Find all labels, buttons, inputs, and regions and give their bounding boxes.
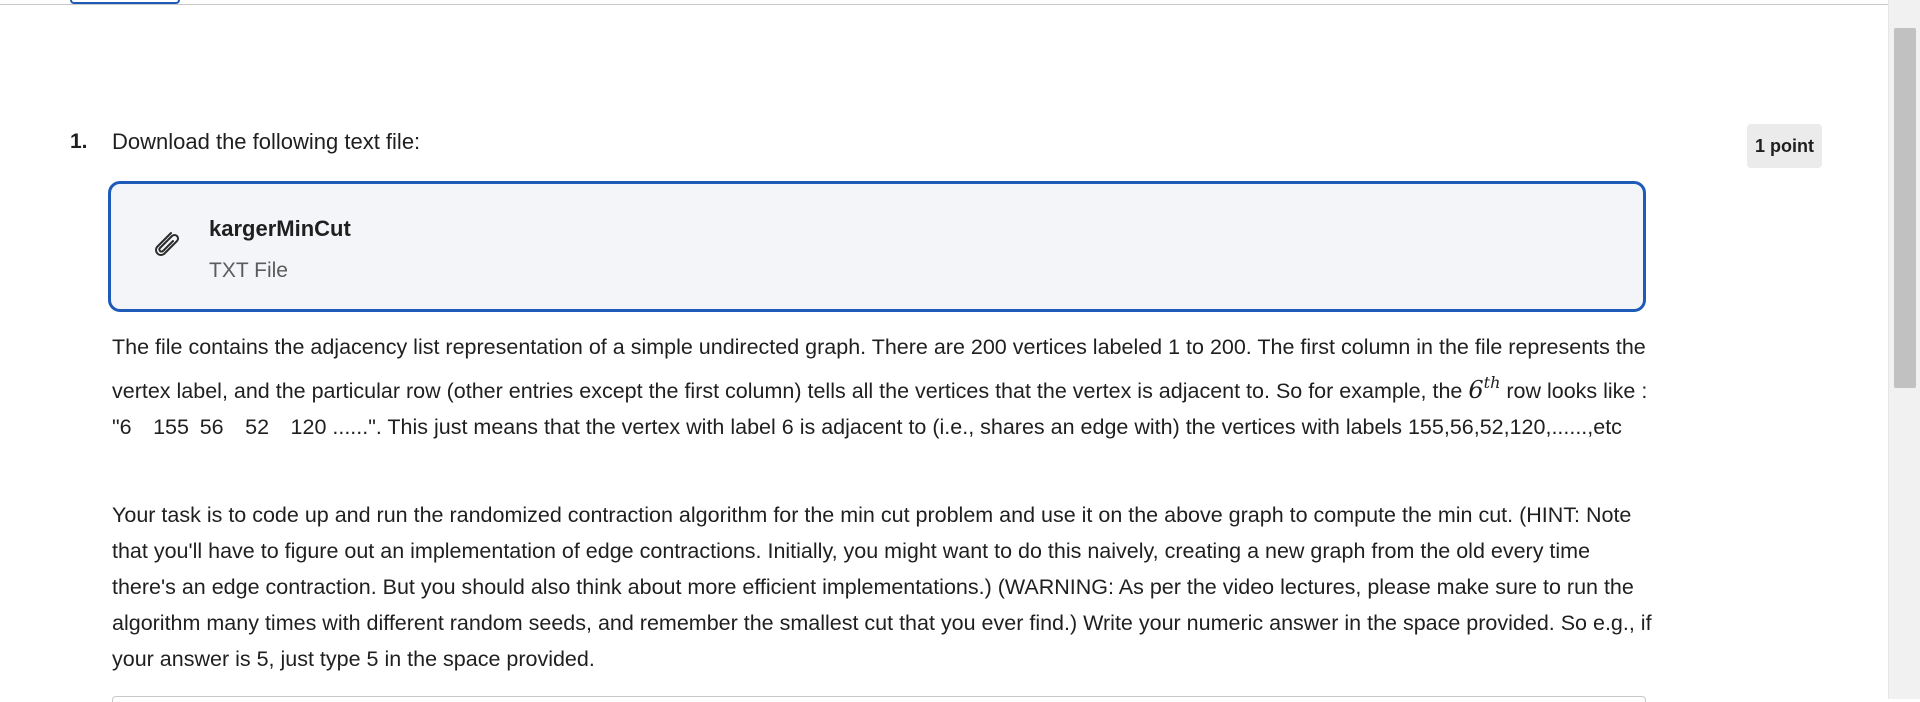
math-ordinal: 6th: [1468, 373, 1501, 404]
question-prompt: Download the following text file:: [112, 129, 421, 154]
math-ordinal-superscript: th: [1483, 373, 1501, 392]
question-number: 1.: [70, 130, 88, 153]
math-ordinal-base: 6: [1468, 376, 1484, 404]
scrollbar[interactable]: [1888, 0, 1920, 699]
file-attachment-card[interactable]: kargerMinCut TXT File: [108, 181, 1646, 312]
answer-input[interactable]: [112, 696, 1646, 702]
points-badge: 1 point: [1747, 124, 1822, 168]
scrollbar-thumb[interactable]: [1894, 28, 1916, 388]
top-divider: [0, 4, 1888, 5]
file-type: TXT File: [209, 259, 288, 282]
description-text-part1: The file contains the adjacency list rep…: [112, 335, 1646, 403]
task-paragraph: Your task is to code up and run the rand…: [112, 503, 1652, 671]
previous-item-tab[interactable]: [70, 0, 180, 4]
paperclip-icon: [155, 232, 180, 256]
description-paragraph: The file contains the adjacency list rep…: [112, 329, 1652, 445]
file-name[interactable]: kargerMinCut: [209, 214, 351, 244]
